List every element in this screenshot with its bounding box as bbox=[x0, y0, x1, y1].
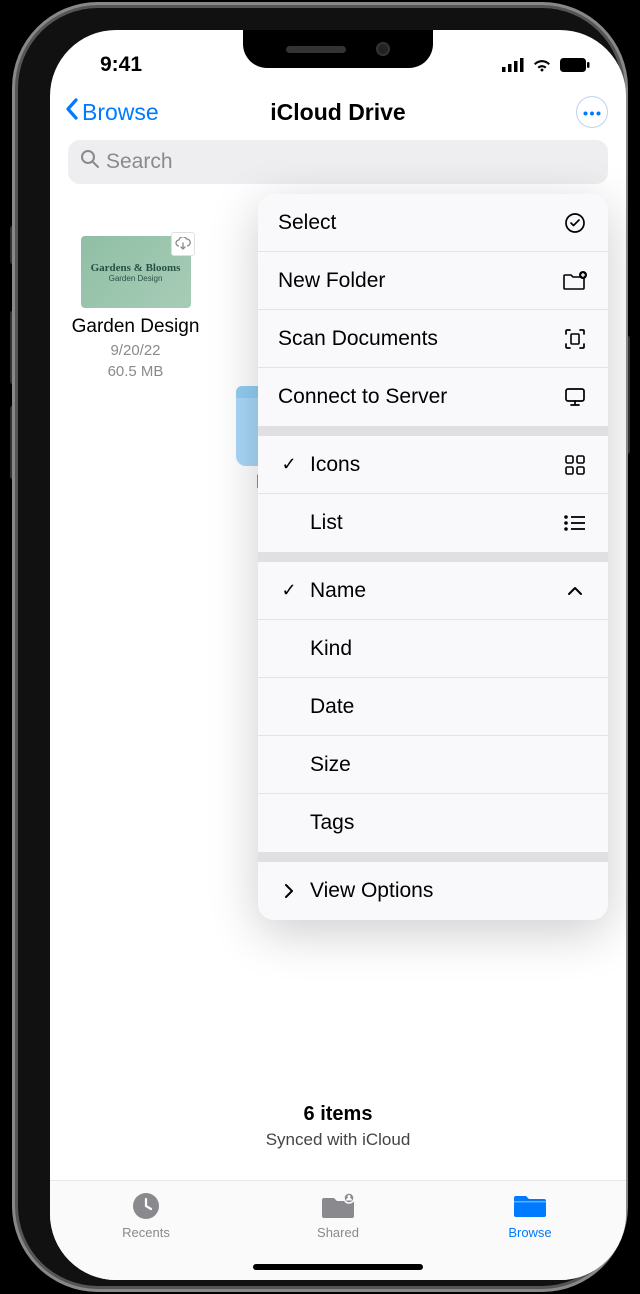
clock-icon bbox=[131, 1191, 161, 1221]
more-button[interactable] bbox=[576, 96, 608, 128]
server-icon bbox=[562, 387, 588, 407]
menu-new-folder[interactable]: New Folder bbox=[258, 252, 608, 310]
wifi-icon bbox=[532, 58, 552, 72]
folder-icon bbox=[513, 1191, 547, 1221]
file-date: 9/20/22 bbox=[68, 341, 203, 361]
grid-icon bbox=[562, 455, 588, 475]
chevron-right-icon bbox=[278, 883, 300, 899]
mute-switch bbox=[10, 225, 18, 265]
page-title: iCloud Drive bbox=[270, 99, 405, 126]
volume-up bbox=[10, 310, 18, 385]
select-circle-icon bbox=[562, 212, 588, 234]
options-menu: Select New Folder Scan Documents Connect… bbox=[258, 194, 608, 920]
volume-down bbox=[10, 405, 18, 480]
checkmark-icon: ✓ bbox=[278, 580, 300, 601]
menu-view-options[interactable]: View Options bbox=[258, 862, 608, 920]
new-folder-icon bbox=[562, 271, 588, 291]
search-placeholder: Search bbox=[106, 150, 173, 174]
cellular-icon bbox=[502, 58, 524, 72]
tab-recents[interactable]: Recents bbox=[96, 1191, 196, 1280]
menu-sort-tags[interactable]: Tags bbox=[258, 794, 608, 852]
phone-frame: 9:41 Browse iCloud Drive bbox=[18, 8, 622, 1286]
tab-browse[interactable]: Browse bbox=[480, 1191, 580, 1280]
footer-status: 6 items Synced with iCloud bbox=[50, 1103, 626, 1150]
checkmark-icon: ✓ bbox=[278, 454, 300, 475]
status-time: 9:41 bbox=[100, 53, 142, 77]
search-icon bbox=[80, 149, 100, 175]
shared-folder-icon bbox=[321, 1191, 355, 1221]
item-count: 6 items bbox=[50, 1103, 626, 1126]
chevron-left-icon bbox=[64, 97, 80, 127]
back-label: Browse bbox=[82, 99, 159, 126]
tab-label: Recents bbox=[122, 1225, 170, 1240]
tab-label: Shared bbox=[317, 1225, 359, 1240]
home-indicator[interactable] bbox=[253, 1264, 423, 1270]
menu-select[interactable]: Select bbox=[258, 194, 608, 252]
menu-view-icons[interactable]: ✓ Icons bbox=[258, 436, 608, 494]
scan-icon bbox=[562, 328, 588, 350]
nav-bar: Browse iCloud Drive bbox=[50, 84, 626, 136]
file-name: Garden Design bbox=[68, 316, 203, 339]
back-button[interactable]: Browse bbox=[64, 97, 159, 127]
menu-view-list[interactable]: List bbox=[258, 494, 608, 552]
file-thumbnail: Gardens & Blooms Garden Design bbox=[81, 236, 191, 308]
file-item[interactable]: Gardens & Blooms Garden Design Garden De… bbox=[68, 236, 203, 516]
menu-sort-date[interactable]: Date bbox=[258, 678, 608, 736]
menu-sort-kind[interactable]: Kind bbox=[258, 620, 608, 678]
ellipsis-icon bbox=[583, 103, 601, 121]
list-icon bbox=[562, 515, 588, 531]
cloud-download-icon bbox=[171, 232, 195, 256]
screen: 9:41 Browse iCloud Drive bbox=[50, 30, 626, 1280]
menu-sort-size[interactable]: Size bbox=[258, 736, 608, 794]
chevron-up-icon bbox=[562, 586, 588, 596]
menu-scan-documents[interactable]: Scan Documents bbox=[258, 310, 608, 368]
menu-sort-name[interactable]: ✓ Name bbox=[258, 562, 608, 620]
sync-status: Synced with iCloud bbox=[50, 1130, 626, 1150]
menu-connect-server[interactable]: Connect to Server bbox=[258, 368, 608, 426]
battery-icon bbox=[560, 58, 590, 72]
tab-label: Browse bbox=[508, 1225, 551, 1240]
notch bbox=[243, 30, 433, 68]
file-size: 60.5 MB bbox=[68, 362, 203, 382]
search-input[interactable]: Search bbox=[68, 140, 608, 184]
